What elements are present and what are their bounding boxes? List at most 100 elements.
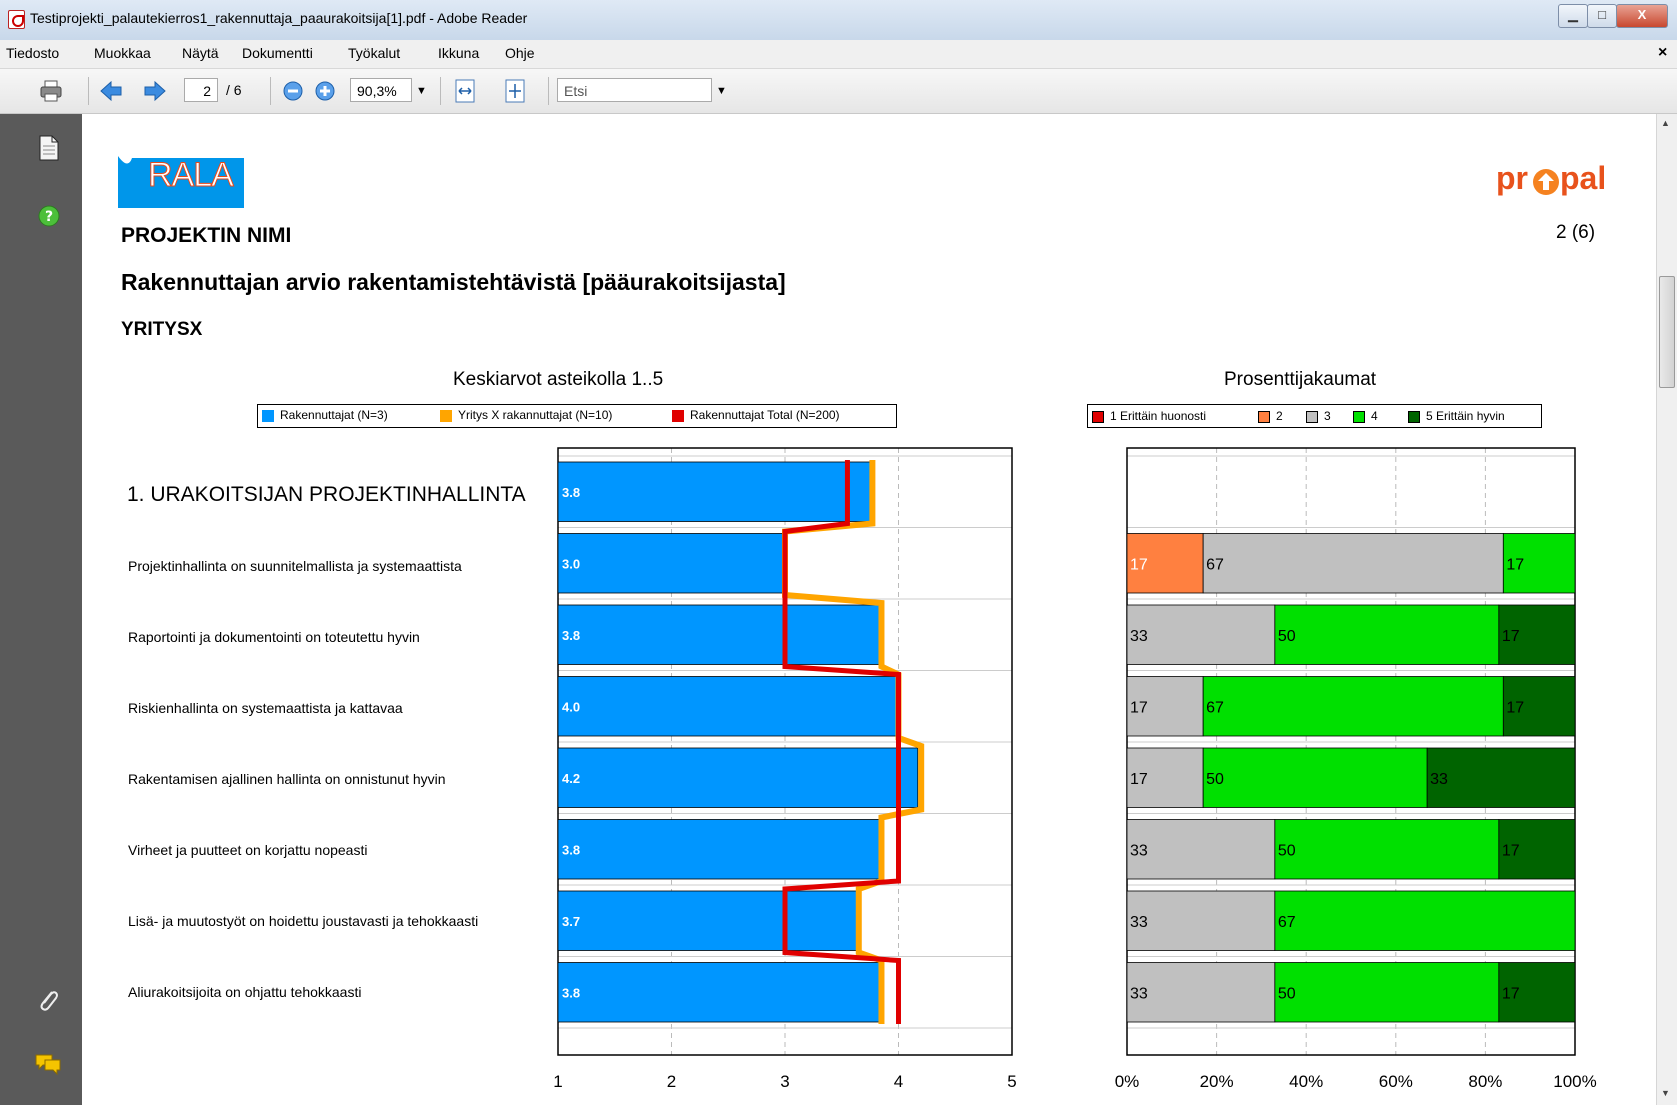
menu-nayta[interactable]: Näytä — [182, 45, 219, 61]
fit-width-icon[interactable] — [452, 79, 478, 103]
help-icon[interactable]: ? — [37, 204, 61, 233]
project-heading: PROJEKTIN NIMI — [121, 224, 292, 247]
page-total: / 6 — [226, 82, 242, 98]
zoom-level-field[interactable]: 90,3% — [350, 78, 412, 102]
prev-page-icon[interactable] — [98, 79, 124, 103]
mean-bar — [557, 962, 880, 1023]
scroll-up-icon[interactable]: ▲ — [1661, 118, 1670, 128]
mean-bar — [557, 747, 919, 808]
chart-2-title: Prosenttijakaumat — [1224, 369, 1377, 390]
category-label: Riskienhallinta on systemaattista ja kat… — [128, 700, 403, 716]
percent-value-label: 33 — [1130, 914, 1148, 931]
page-indicator: 2 (6) — [1556, 222, 1596, 243]
chart-1-title: Keskiarvot asteikolla 1..5 — [453, 369, 664, 390]
percent-value-label: 33 — [1130, 842, 1148, 859]
search-input[interactable]: Etsi — [557, 78, 712, 102]
bar-value-label: 3.0 — [562, 556, 580, 571]
vertical-scrollbar[interactable] — [1656, 114, 1677, 1105]
bar-value-label: 3.8 — [562, 842, 580, 857]
percent-value-label: 17 — [1130, 771, 1148, 788]
legend-item-total: Rakennuttajat Total (N=200) — [672, 408, 840, 422]
menu-dokumentti[interactable]: Dokumentti — [242, 45, 313, 61]
rala-logo-text: RALA — [148, 156, 235, 195]
zoom-dropdown-icon[interactable]: ▼ — [416, 85, 427, 97]
percent-segment — [1126, 819, 1276, 880]
attachment-icon[interactable] — [36, 986, 60, 1019]
percent-value-label: 17 — [1502, 985, 1520, 1002]
bar-value-label: 3.8 — [562, 485, 580, 500]
legend-label: 4 — [1371, 409, 1378, 423]
bar-value-label: 3.7 — [562, 914, 580, 929]
category-label: Virheet ja puutteet on korjattu nopeasti — [128, 842, 368, 858]
percent-segment — [1202, 533, 1504, 594]
toolbar-separator — [548, 77, 549, 105]
legend-item-3: 3 — [1306, 409, 1331, 423]
search-dropdown-icon[interactable]: ▼ — [716, 85, 727, 97]
x-tick-label: 80% — [1468, 1072, 1502, 1091]
legend-label: Rakennuttajat Total (N=200) — [690, 408, 840, 422]
percent-segment — [1274, 962, 1500, 1023]
zoom-out-icon[interactable] — [280, 79, 306, 103]
minimize-button[interactable]: ▁ — [1558, 4, 1588, 28]
maximize-button[interactable]: □ — [1587, 4, 1617, 28]
toolbar-separator — [88, 77, 89, 105]
percent-segment — [1426, 747, 1576, 808]
percent-value-label: 67 — [1278, 914, 1296, 931]
menu-ohje[interactable]: Ohje — [505, 45, 535, 61]
legend-label: 2 — [1276, 409, 1283, 423]
legend-label: Rakennuttajat (N=3) — [280, 408, 388, 422]
x-tick-label: 20% — [1200, 1072, 1234, 1091]
bar-value-label: 3.8 — [562, 628, 580, 643]
legend-label: 3 — [1324, 409, 1331, 423]
chart-1-legend: Rakennuttajat (N=3) Yritys X rakannuttaj… — [257, 404, 897, 428]
pages-icon[interactable] — [38, 135, 60, 166]
category-label: Rakentamisen ajallinen hallinta on onnis… — [128, 771, 446, 787]
legend-label: 5 Erittäin hyvin — [1426, 409, 1505, 423]
percent-value-label: 33 — [1430, 771, 1448, 788]
toolbar-separator — [270, 77, 271, 105]
fit-page-icon[interactable] — [502, 79, 528, 103]
percent-segment — [1274, 604, 1500, 665]
percent-value-label: 17 — [1130, 556, 1148, 573]
legend-swatch-orange — [440, 409, 452, 422]
next-page-icon[interactable] — [142, 79, 168, 103]
percent-value-label: 33 — [1130, 628, 1148, 645]
percent-value-label: 17 — [1130, 699, 1148, 716]
menu-tyokalut[interactable]: Työkalut — [348, 45, 400, 61]
legend-label: Yritys X rakannuttajat (N=10) — [458, 408, 613, 422]
comments-icon[interactable] — [34, 1052, 62, 1081]
page-number-input[interactable]: 2 — [184, 78, 218, 102]
percent-value-label: 50 — [1206, 771, 1224, 788]
zoom-in-icon[interactable] — [312, 79, 338, 103]
percent-value-label: 17 — [1506, 699, 1524, 716]
x-tick-label: 40% — [1289, 1072, 1323, 1091]
percent-value-label: 17 — [1502, 628, 1520, 645]
legend-swatch-5 — [1408, 410, 1420, 423]
legend-item-4: 4 — [1353, 409, 1378, 423]
document-subheading: Rakennuttajan arvio rakentamistehtävistä… — [121, 269, 786, 295]
legend-item-1: 1 Erittäin huonosti — [1092, 409, 1206, 423]
menu-ikkuna[interactable]: Ikkuna — [438, 45, 479, 61]
close-window-button[interactable]: X — [1616, 4, 1668, 28]
x-tick-label: 60% — [1379, 1072, 1413, 1091]
percent-value-label: 67 — [1206, 699, 1224, 716]
legend-label: 1 Erittäin huonosti — [1110, 409, 1207, 423]
percent-segment — [1202, 747, 1428, 808]
toolbar-separator — [440, 77, 441, 105]
legend-swatch-2 — [1258, 410, 1270, 423]
menu-muokkaa[interactable]: Muokkaa — [94, 45, 151, 61]
close-document-button[interactable]: × — [1658, 44, 1667, 62]
scroll-down-icon[interactable]: ▼ — [1661, 1088, 1670, 1098]
scrollbar-thumb[interactable] — [1659, 276, 1675, 388]
print-icon[interactable] — [38, 79, 64, 103]
toolbar — [0, 69, 1677, 114]
propal-logo: pr pal — [1496, 160, 1607, 196]
x-tick-label: 1 — [553, 1072, 562, 1091]
adobe-reader-icon — [8, 10, 25, 29]
legend-swatch-red — [672, 409, 684, 422]
legend-item-5: 5 Erittäin hyvin — [1408, 409, 1505, 423]
x-tick-label: 100% — [1553, 1072, 1596, 1091]
percent-value-label: 33 — [1130, 985, 1148, 1002]
menu-tiedosto[interactable]: Tiedosto — [6, 45, 59, 61]
mean-bar — [557, 604, 880, 665]
